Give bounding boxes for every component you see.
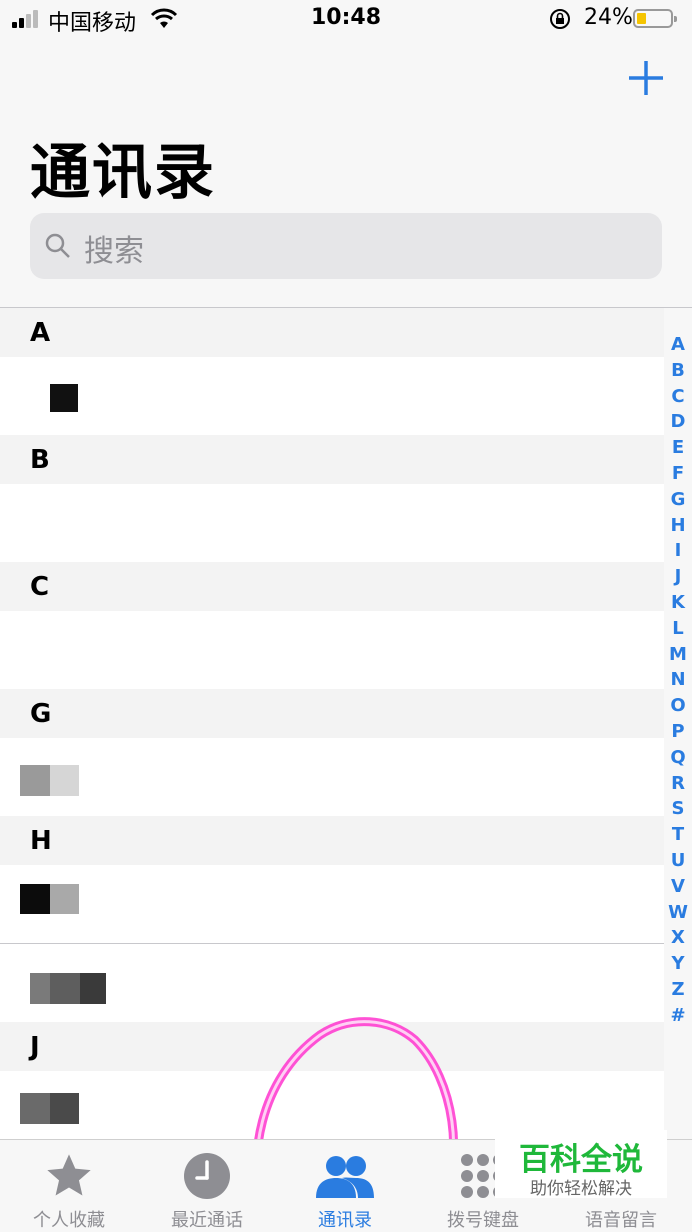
index-letter[interactable]: T [664,822,692,848]
contact-row[interactable] [0,611,664,689]
contact-row[interactable] [0,865,664,944]
index-letter[interactable]: S [664,796,692,822]
redacted-name [20,765,50,796]
section-letter: B [30,445,50,475]
index-letter[interactable]: J [664,564,692,590]
rotation-lock-icon [550,9,570,29]
index-letter[interactable]: N [664,667,692,693]
index-letter[interactable]: K [664,590,692,616]
index-letter[interactable]: F [664,461,692,487]
index-letter[interactable]: H [664,513,692,539]
index-letter[interactable]: O [664,693,692,719]
index-letter[interactable]: D [664,409,692,435]
tab-favorites[interactable]: 个人收藏 [0,1140,138,1231]
battery-percent: 24% [584,5,633,30]
redacted-name [50,1093,79,1124]
index-letter[interactable]: # [664,1003,692,1029]
search-placeholder: 搜索 [84,234,144,269]
index-letter[interactable]: A [664,332,692,358]
alphabet-index[interactable]: A B C D E F G H I J K L M N O P Q R S T U V W X Y Z # [664,332,692,1029]
tab-label: 最近通话 [171,1210,243,1231]
section-letter: H [30,826,52,856]
index-letter[interactable]: Z [664,977,692,1003]
redacted-name [50,765,79,796]
index-letter[interactable]: V [664,874,692,900]
index-letter[interactable]: R [664,771,692,797]
redacted-name [50,384,78,412]
watermark-title: 百科全说 [519,1142,643,1178]
index-letter[interactable]: M [664,642,692,668]
page-title: 通讯录 [30,138,216,208]
section-letter: J [30,1032,40,1062]
section-header-h: H [0,816,664,865]
contact-row[interactable] [0,357,664,435]
tab-label: 通讯录 [318,1210,372,1231]
tab-label: 个人收藏 [33,1210,105,1231]
redacted-name [50,884,79,914]
tab-label: 语音留言 [585,1210,657,1231]
index-letter[interactable]: B [664,358,692,384]
index-letter[interactable]: P [664,719,692,745]
contacts-icon [316,1156,374,1198]
status-bar: 中国移动 10:48 24% [0,0,692,40]
contact-row[interactable] [0,484,664,562]
tab-label: 拨号键盘 [447,1210,519,1231]
index-letter[interactable]: Q [664,745,692,771]
redacted-name [50,973,80,1004]
section-header-b: B [0,435,664,484]
section-header-a: A [0,308,664,357]
redacted-name [80,973,106,1004]
battery-icon [633,9,677,28]
search-input[interactable]: 搜索 [30,213,662,279]
redacted-name [30,973,50,1004]
section-header-g: G [0,689,664,738]
tab-recents[interactable]: 最近通话 [138,1140,276,1231]
clock-icon [184,1153,230,1199]
index-letter[interactable]: W [664,900,692,926]
search-icon [45,233,70,258]
redacted-name [20,884,50,914]
index-letter[interactable]: I [664,538,692,564]
star-icon [47,1154,91,1196]
section-letter: A [30,318,51,348]
index-letter[interactable]: G [664,487,692,513]
watermark-logo: 百科全说 助你轻松解决 [495,1130,667,1199]
index-letter[interactable]: L [664,616,692,642]
section-letter: C [30,572,50,602]
add-contact-button[interactable] [626,58,666,98]
index-letter[interactable]: Y [664,951,692,977]
index-letter[interactable]: U [664,848,692,874]
section-header-c: C [0,562,664,611]
redacted-name [20,1093,50,1124]
index-letter[interactable]: C [664,384,692,410]
section-letter: G [30,699,52,729]
watermark-subtitle: 助你轻松解决 [530,1179,632,1199]
index-letter[interactable]: E [664,435,692,461]
contact-row[interactable] [0,738,664,816]
tab-contacts[interactable]: 通讯录 [276,1140,414,1231]
index-letter[interactable]: X [664,925,692,951]
